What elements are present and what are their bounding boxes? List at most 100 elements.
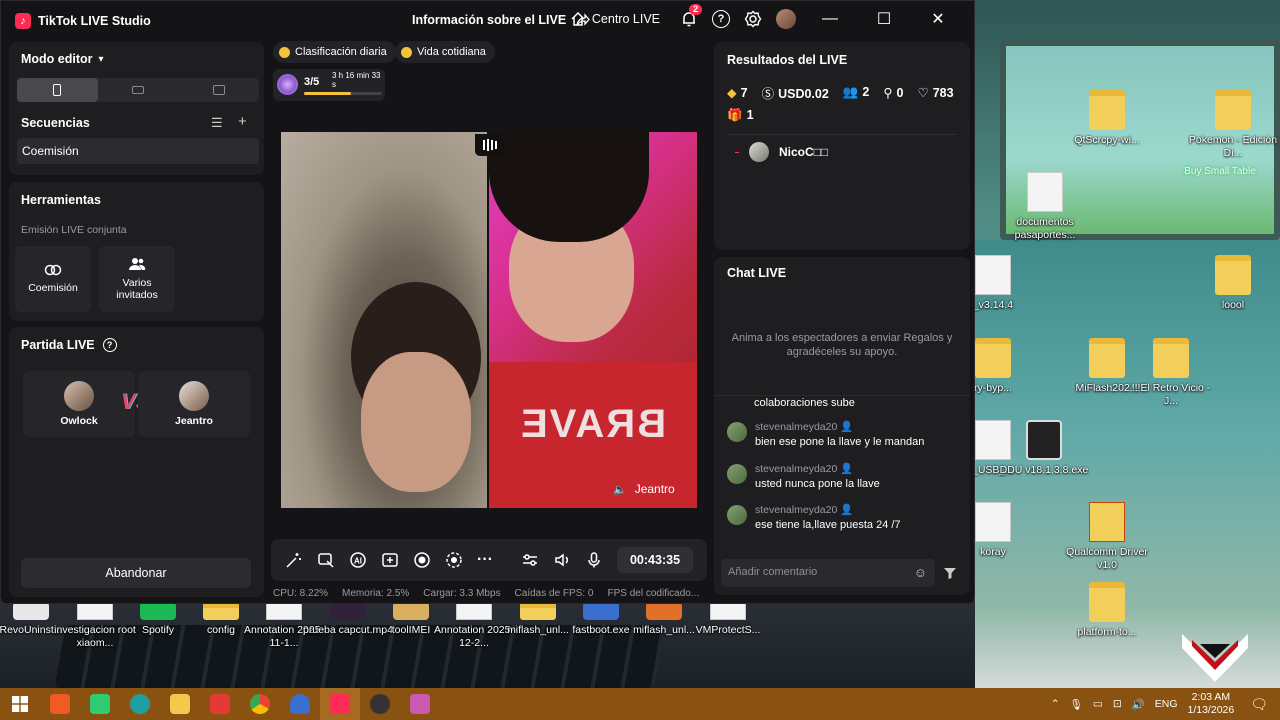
clock-date: 1/13/2026 [1187,704,1235,716]
chat-message[interactable]: stevenalmeyda20 👤 usted nunca pone la lla… [727,462,957,490]
multi-guest-tool-button[interactable]: Varios invitados [99,246,175,312]
diamonds-value: 7 [740,86,748,100]
clock[interactable]: 2:03 AM 1/13/2026 [1188,691,1235,717]
network-icon[interactable]: ⊡ [1113,698,1122,710]
filter-icon[interactable] [943,566,957,580]
desktop-icon-ddu[interactable]: DDU v18.1.3.8.exe [999,420,1089,477]
windows-start-button[interactable] [0,688,40,720]
goal-progress-card[interactable]: 3/5 3 h 16 min 33 s [273,69,385,101]
language-indicator[interactable]: ENG [1155,698,1178,710]
executable-icon [583,602,619,620]
camera-focus-icon[interactable] [445,551,463,569]
portrait-mode-tab[interactable] [17,78,98,102]
live-match-panel: Partida LIVE ? Owlock VS Jeantro [9,327,264,597]
chat-text: ese tiene la,llave puesta 24 /7 [755,519,901,531]
landscape-icon [132,86,144,94]
volume-icon[interactable] [553,551,571,569]
taskbar-app-green[interactable] [80,688,120,720]
desktop-icon-loool[interactable]: loool [1188,255,1278,312]
speaker-icon: 🔈 [613,483,627,496]
folder-icon [1089,582,1125,622]
daily-ranking-chip[interactable]: Clasificación diaria [273,41,396,63]
editor-mode-dropdown[interactable]: Modo editor ▾ [21,52,104,66]
viewer-list-item[interactable]: NicoC□□ [735,142,828,162]
centro-live-button[interactable]: Centro LIVE [570,11,660,27]
desktop-icon-qualcomm[interactable]: Qualcomm Driver v1.0 [1062,502,1152,572]
more-options-icon[interactable]: ··· [477,551,493,569]
speaker-icon[interactable]: 🔊 [1132,698,1145,711]
taskbar-obs[interactable] [360,688,400,720]
add-sequence-icon[interactable]: + [238,113,247,130]
chat-message[interactable]: stevenalmeyda20 👤 bien ese pone la llave … [727,420,957,448]
chevron-down-icon: ▾ [98,53,104,65]
spotify-icon [140,602,176,620]
blue-app-icon [290,694,310,714]
coemision-tool-button[interactable]: Coemisión [15,246,91,312]
audio-levels-icon[interactable] [475,134,505,156]
taskbar-app-red[interactable] [200,688,240,720]
desktop-icon-vmprotect[interactable]: VMProtectS... [683,602,773,637]
guests-icon [129,258,146,270]
live-video-preview[interactable]: BRAVE 🔈 Jeantro [281,132,697,508]
minimize-button[interactable]: — [810,10,850,28]
dual-mode-tab[interactable] [178,78,259,102]
memory-stat: Memoria: 2.5% [342,588,410,599]
effects-icon[interactable] [285,551,303,569]
chat-username: stevenalmeyda20 [755,463,838,475]
microphone-tray-icon[interactable]: 🎙 [1070,698,1083,711]
avatar [179,381,209,411]
desktop-icon-pokemon[interactable]: Pokemon - Edición Di... [1188,90,1278,160]
abandon-button[interactable]: Abandonar [21,558,251,588]
diamonds-stat: ◆ 7 [727,85,748,100]
screen-share-icon[interactable] [317,551,335,569]
emoji-icon[interactable]: ☺ [914,565,927,580]
layout-mode-tabs [17,78,259,102]
category-icon [401,46,412,58]
list-icon[interactable]: ☰ [211,115,223,131]
chat-divider [714,395,970,396]
taskbar-brave[interactable] [40,688,80,720]
desktop-icon-documentos[interactable]: documentos pasaportes... [1000,172,1090,242]
chevron-up-icon[interactable]: ⌃ [1051,698,1060,710]
ai-icon[interactable]: AI [349,551,367,569]
layout-icon[interactable] [381,551,399,569]
comment-input[interactable]: Añadir comentario ☺ [721,559,935,587]
taskbar-file-explorer[interactable] [160,688,200,720]
opponent-card-jeantro[interactable]: Jeantro [138,371,250,437]
taskbar-app-pink[interactable] [400,688,440,720]
desktop-icon-qtscrcpy[interactable]: QtScrcpy-wi... [1062,90,1152,147]
help-icon[interactable]: ? [102,338,117,352]
taskbar-tiktok-live-studio[interactable] [320,688,360,720]
daily-life-chip[interactable]: Vida cotidiana [395,41,495,63]
chat-message[interactable]: stevenalmeyda20 👤 ese tiene la,llave pues… [727,503,957,531]
close-button[interactable]: ✕ [918,9,958,29]
chat-message-partial: colaboraciones sube [754,397,855,409]
sliders-icon[interactable] [521,551,539,569]
avatar [727,464,747,484]
microphone-icon[interactable] [585,551,603,569]
live-info-button[interactable]: Información sobre el LIVE [412,13,591,27]
record-icon[interactable] [413,551,431,569]
folder-icon [1215,255,1251,295]
add-follower-icon: ⚲ [883,86,893,100]
maximize-button[interactable]: ☐ [864,9,904,29]
landscape-mode-tab[interactable] [98,78,179,102]
desktop-icon-retro-vicio[interactable]: !!!El Retro Vicio - J... [1126,338,1216,408]
settings-gear-icon[interactable] [744,10,762,28]
help-icon[interactable]: ? [712,10,730,28]
notifications-button[interactable]: 2 [680,4,703,28]
notification-center-icon[interactable]: 🗨 [1250,696,1268,713]
chat-text: bien ese pone la llave y le mandan [755,436,925,448]
desktop-icon-platform-tools[interactable]: platform-to... [1062,582,1152,639]
app-title: TikTok LIVE Studio [38,14,151,28]
taskbar-chrome[interactable] [240,688,280,720]
battery-icon[interactable]: ▭ [1093,698,1103,710]
dual-screen-icon [212,85,225,95]
taskbar-edge[interactable] [120,688,160,720]
sequence-item-coemision[interactable]: Coemisión [17,138,259,164]
user-avatar[interactable] [776,9,796,29]
taskbar-app-blue[interactable] [280,688,320,720]
live-info-label: Información sobre el LIVE [412,13,567,27]
opponent-card-owlock[interactable]: Owlock [23,371,135,437]
diamond-icon: ◆ [727,86,737,100]
